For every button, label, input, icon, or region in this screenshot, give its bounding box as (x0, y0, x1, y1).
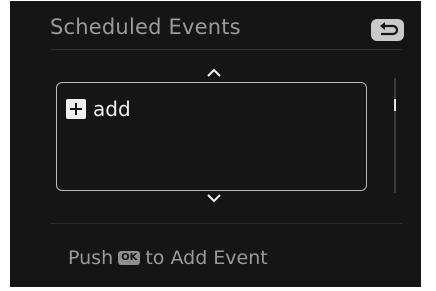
back-button[interactable] (371, 19, 404, 41)
chevron-up-icon[interactable] (206, 68, 222, 78)
header-divider (50, 49, 402, 50)
footer-divider (50, 223, 402, 224)
footer-prefix: Push (68, 247, 114, 269)
scrollbar-track[interactable] (394, 78, 396, 193)
list-item-label: add (93, 97, 131, 121)
footer-hint: Push OK to Add Event (68, 247, 268, 269)
scrollbar-thumb[interactable] (394, 99, 396, 111)
page-title: Scheduled Events (50, 15, 241, 39)
ok-button-icon: OK (118, 251, 141, 265)
footer-suffix: to Add Event (145, 247, 268, 269)
return-arrow-icon (380, 22, 399, 36)
event-list: add (56, 82, 367, 191)
list-item-add[interactable]: add (66, 97, 131, 121)
camera-menu-screen: Scheduled Events add Push OK to Add Even… (10, 1, 421, 287)
chevron-down-icon[interactable] (206, 193, 222, 203)
plus-icon (66, 99, 86, 119)
